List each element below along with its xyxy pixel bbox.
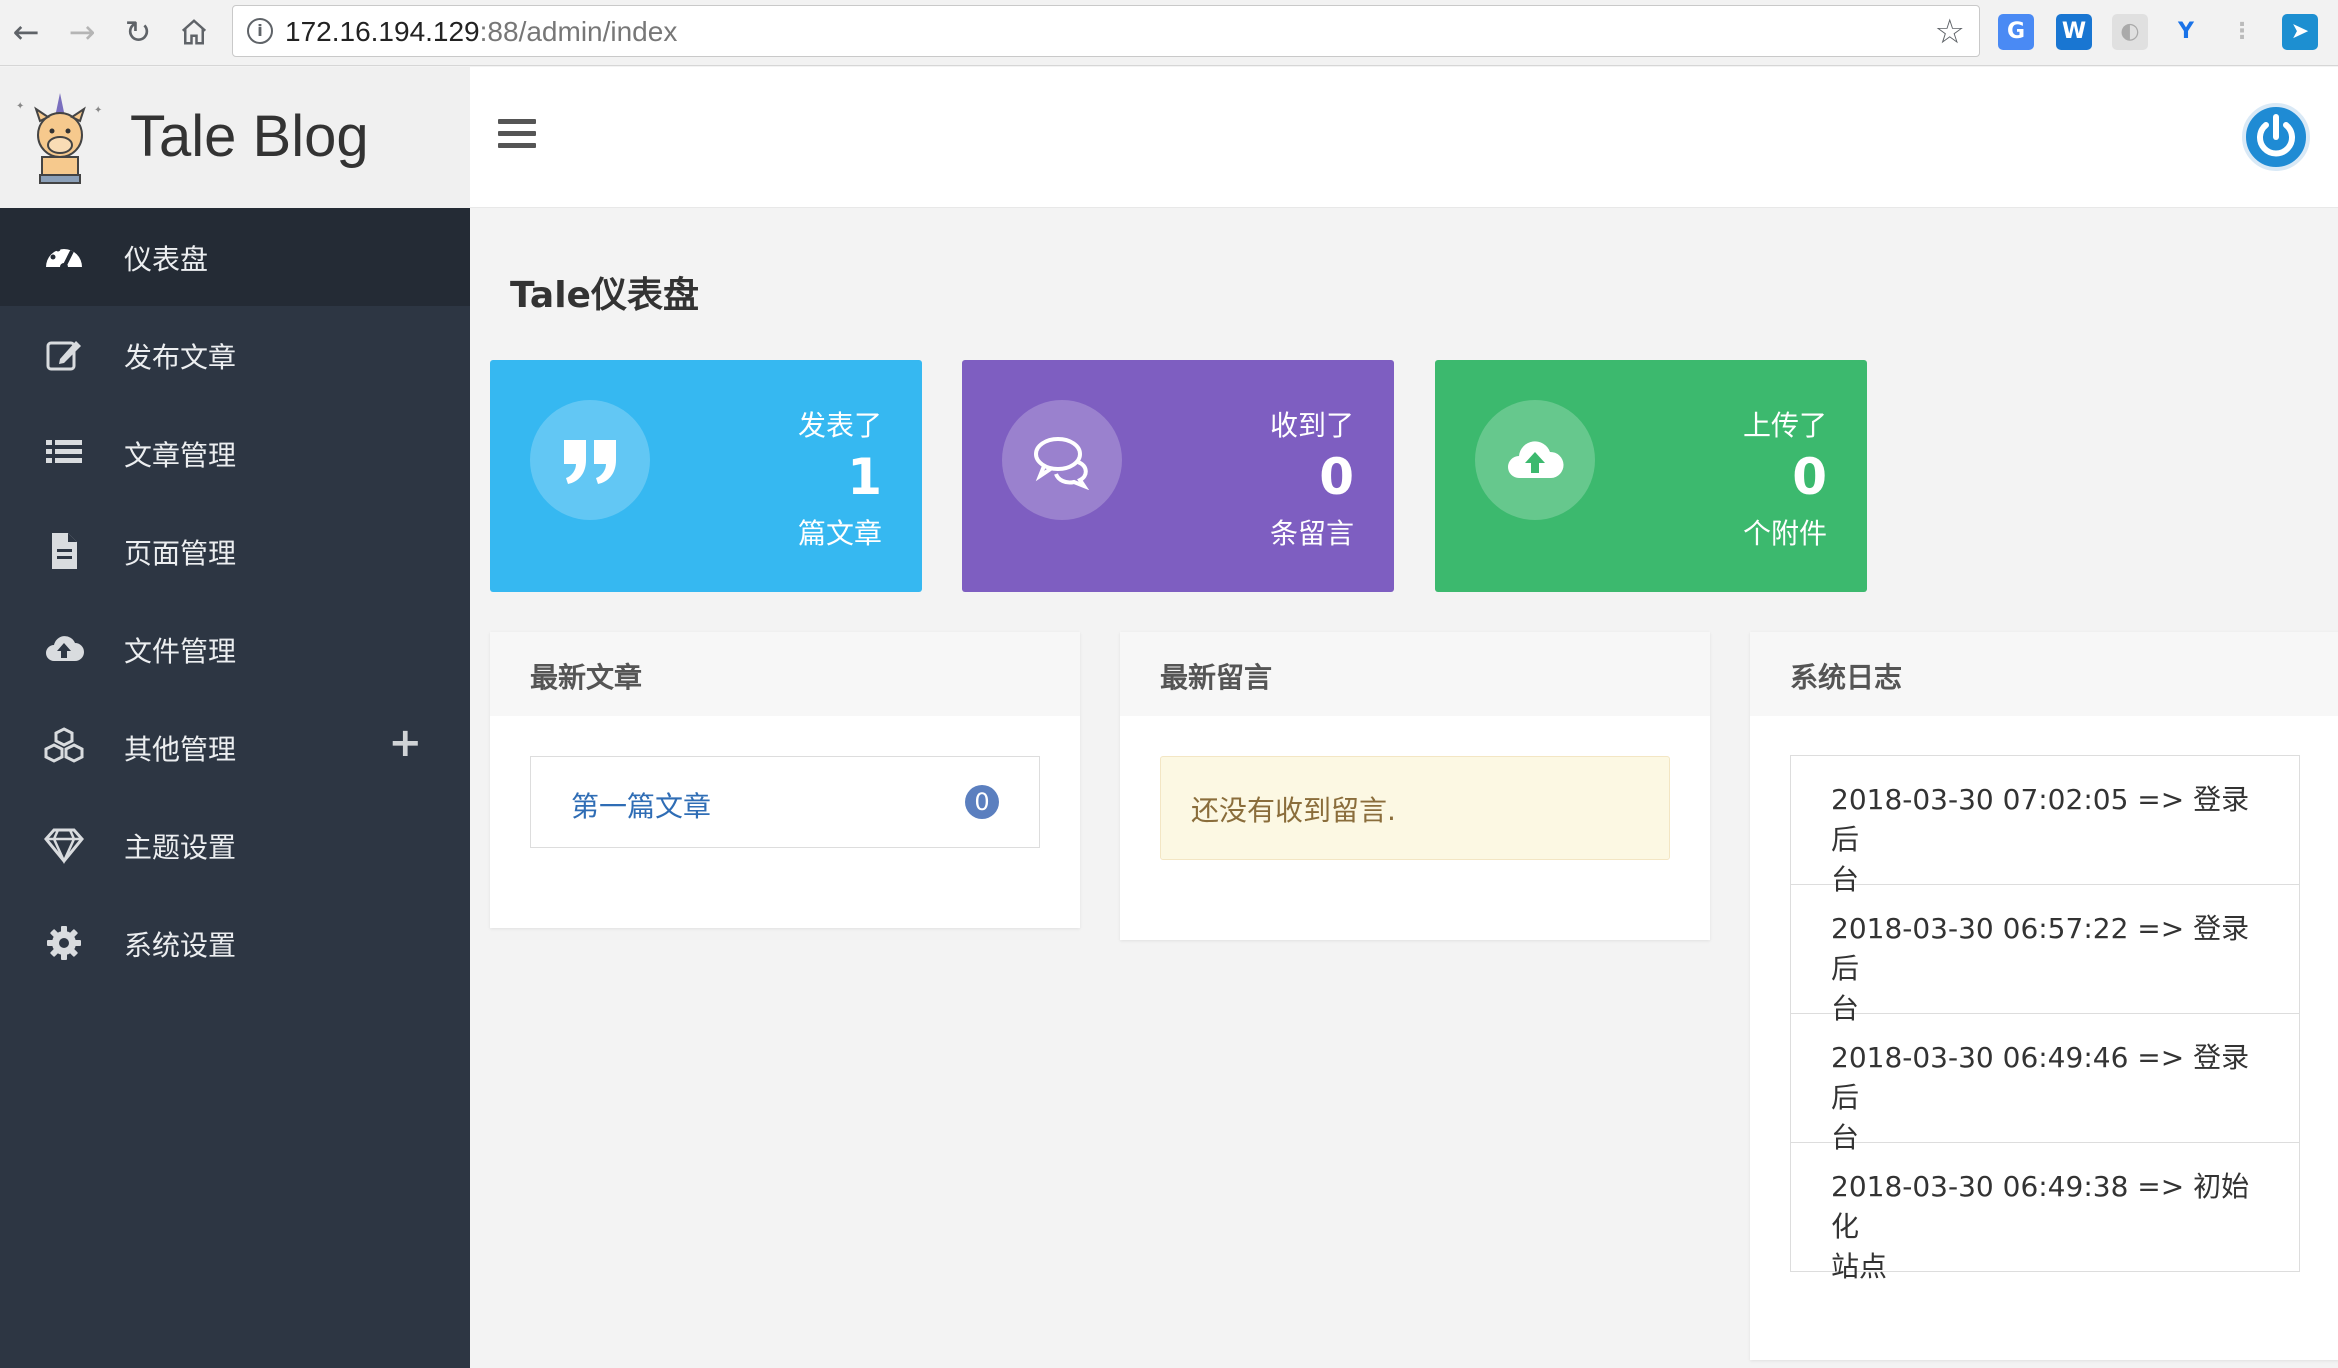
browser-toolbar: ← → ↻ i 172.16.194.129:88/admin/index ☆ … (0, 0, 2338, 66)
translate-icon[interactable]: G (1998, 14, 2034, 50)
address-bar[interactable]: i 172.16.194.129:88/admin/index ☆ (232, 5, 1980, 57)
url-text[interactable]: 172.16.194.129:88/admin/index (285, 16, 677, 48)
list-item[interactable]: 第一篇文章 0 (530, 756, 1040, 848)
stat-value: 0 (1792, 448, 1827, 506)
panel-title: 最新留言 (1120, 632, 1710, 716)
quote-icon (564, 440, 616, 484)
sidebar-item-label: 文件管理 (124, 635, 237, 668)
log-text: 站点 (1831, 1250, 1888, 1283)
sidebar-item-posts[interactable]: 文章管理 (0, 404, 470, 502)
stat-value: 1 (847, 448, 882, 506)
stat-card-comments: 收到了 0 条留言 (962, 360, 1394, 592)
edit-icon (46, 341, 81, 371)
stat-icon-circle (1475, 400, 1595, 520)
expand-plus-icon[interactable]: + (388, 720, 422, 766)
sidebar-item-publish[interactable]: 发布文章 (0, 306, 470, 404)
log-text: 2018-03-30 06:57:22 => 登录后 (1831, 912, 2250, 985)
gear-icon (47, 926, 81, 960)
svg-text:✦: ✦ (16, 101, 24, 112)
log-entry: 2018-03-30 06:49:38 => 初始化 站点 (1790, 1142, 2300, 1283)
stat-value: 0 (1319, 448, 1354, 506)
brand-name[interactable]: Tale Blog (130, 103, 369, 170)
reload-icon[interactable]: ↻ (118, 12, 158, 52)
log-entry: 2018-03-30 07:02:05 => 登录后 台 (1790, 755, 2300, 896)
home-icon[interactable] (174, 12, 214, 52)
stat-icon-circle (1002, 400, 1122, 520)
w-extension-icon[interactable]: W (2056, 14, 2092, 50)
sidebar-item-others[interactable]: 其他管理 + (0, 698, 470, 796)
post-title-link[interactable]: 第一篇文章 (571, 785, 711, 825)
sidebar: 仪表盘 发布文章 文章管理 页面管理 文件管理 其他管理 + 主题设置 系统设置 (0, 208, 470, 1368)
latest-comments-panel: 最新留言 还没有收到留言. (1120, 632, 1710, 940)
sidebar-item-label: 文章管理 (124, 439, 237, 472)
system-log-panel: 系统日志 2018-03-30 07:02:05 => 登录后 台 2018-0… (1750, 632, 2338, 1360)
sidebar-item-label: 页面管理 (124, 537, 237, 570)
dashboard-icon (46, 243, 82, 271)
log-list: 2018-03-30 07:02:05 => 登录后 台 2018-03-30 … (1790, 755, 2300, 1283)
log-entry: 2018-03-30 06:57:22 => 登录后 台 (1790, 884, 2300, 1025)
cubes-icon (44, 727, 84, 763)
cloud-upload-icon (46, 636, 84, 661)
brand-area[interactable]: ✦ ✦ Tale Blog (0, 67, 470, 208)
list-icon (46, 440, 82, 463)
stat-bottom-label: 篇文章 (797, 517, 882, 550)
diamond-icon (44, 828, 84, 865)
sidebar-item-files[interactable]: 文件管理 (0, 600, 470, 698)
stat-top-label: 收到了 (1269, 409, 1354, 442)
sidebar-item-label: 主题设置 (124, 831, 237, 864)
stat-bottom-label: 个附件 (1742, 517, 1827, 550)
stat-card-files: 上传了 0 个附件 (1435, 360, 1867, 592)
top-bar (470, 67, 2338, 208)
log-text: 2018-03-30 07:02:05 => 登录后 (1831, 783, 2250, 856)
bookmark-star-icon[interactable]: ☆ (1935, 12, 1965, 52)
power-icon (2257, 114, 2295, 157)
panel-title: 最新文章 (490, 632, 1080, 716)
tree-extension-icon[interactable]: ⋮ (2224, 14, 2260, 50)
forward-icon[interactable]: → (62, 12, 102, 52)
hamburger-menu-icon[interactable] (498, 119, 536, 149)
sidebar-item-settings[interactable]: 系统设置 (0, 894, 470, 992)
send-extension-icon[interactable]: ➤ (2282, 14, 2318, 50)
log-entry: 2018-03-30 06:49:46 => 登录后 台 (1790, 1013, 2300, 1154)
unicorn-logo-icon: ✦ ✦ (16, 93, 102, 184)
comment-count-badge: 0 (965, 785, 999, 819)
stat-top-label: 发表了 (797, 409, 882, 442)
vue-devtools-icon[interactable]: Y (2168, 14, 2204, 50)
stat-card-posts: 发表了 1 篇文章 (490, 360, 922, 592)
sidebar-item-label: 发布文章 (124, 341, 237, 374)
back-icon[interactable]: ← (6, 12, 46, 52)
stat-top-label: 上传了 (1742, 409, 1827, 442)
sidebar-item-dashboard[interactable]: 仪表盘 (0, 208, 470, 306)
site-info-icon[interactable]: i (247, 18, 273, 44)
log-text: 2018-03-30 06:49:46 => 登录后 (1831, 1041, 2250, 1114)
logout-power-button[interactable] (2242, 103, 2310, 171)
page-title: Tale仪表盘 (510, 275, 699, 316)
empty-comments-alert: 还没有收到留言. (1160, 756, 1670, 860)
file-icon (52, 533, 77, 569)
svg-text:✦: ✦ (94, 105, 102, 116)
stat-icon-circle (530, 400, 650, 520)
comments-icon (1034, 437, 1090, 490)
circle-extension-icon[interactable]: ◐ (2112, 14, 2148, 50)
cloud-upload-icon (1508, 441, 1564, 478)
log-text: 2018-03-30 06:49:38 => 初始化 (1831, 1170, 2250, 1243)
sidebar-item-pages[interactable]: 页面管理 (0, 502, 470, 600)
sidebar-item-theme[interactable]: 主题设置 (0, 796, 470, 894)
latest-posts-panel: 最新文章 第一篇文章 0 (490, 632, 1080, 928)
sidebar-item-label: 其他管理 (124, 733, 237, 766)
sidebar-item-label: 系统设置 (124, 929, 237, 962)
sidebar-item-label: 仪表盘 (124, 243, 209, 276)
stat-bottom-label: 条留言 (1269, 517, 1354, 550)
panel-title: 系统日志 (1750, 632, 2338, 716)
